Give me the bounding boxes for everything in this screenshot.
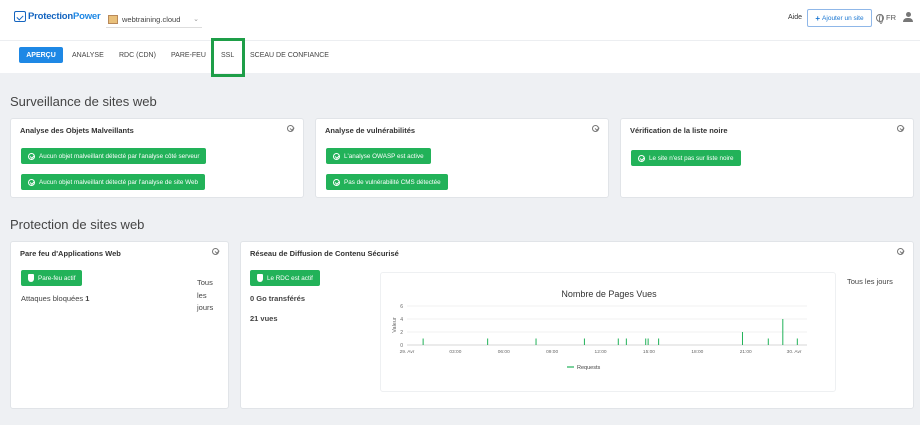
x-tick-label: 30. Avr — [787, 349, 802, 355]
cms-status: Pas de vulnérabilité CMS détectée — [326, 174, 448, 190]
cdn-period[interactable]: Tous les jours — [847, 277, 893, 286]
check-circle-icon[interactable] — [897, 248, 904, 255]
requests-bar — [741, 332, 743, 345]
x-tick-label: 21:00 — [740, 349, 752, 355]
y-axis-label: Valeur — [392, 317, 398, 333]
tab-rdc-cdn[interactable]: RDC (CDN) — [119, 52, 156, 59]
check-circle-icon[interactable] — [212, 248, 219, 255]
legend-requests-label: Requests — [577, 365, 600, 371]
requests-bar — [422, 338, 424, 345]
cdn-status: Le RDC est actif — [250, 270, 320, 286]
x-tick-label: 29. Avr — [400, 349, 415, 355]
shield-icon — [28, 274, 34, 282]
plus-icon: + — [815, 13, 821, 23]
requests-bar — [647, 338, 649, 345]
malware-website-status: Aucun objet malveillant détecté par l'an… — [21, 174, 205, 190]
requests-bar — [796, 338, 798, 345]
requests-bar — [583, 338, 585, 345]
attacks-blocked: Attaques bloquées 1 — [21, 294, 89, 303]
site-selector[interactable]: webtraining.cloud ⌄ — [106, 11, 202, 28]
tab-pare-feu[interactable]: PARE-FEU — [171, 52, 206, 59]
attacks-blocked-value: 1 — [85, 294, 90, 303]
chart-title: Nombre de Pages Vues — [561, 289, 657, 299]
blacklist-card: Vérification de la liste noire Le site n… — [620, 118, 914, 198]
malware-card: Analyse des Objets Malveillants Aucun ob… — [10, 118, 304, 198]
check-circle-icon — [28, 178, 35, 186]
requests-bar — [625, 338, 627, 345]
requests-bar — [487, 338, 489, 345]
tab-analyse[interactable]: ANALYSE — [72, 52, 104, 59]
x-tick-label: 09:00 — [546, 349, 558, 355]
requests-bar — [535, 338, 537, 345]
waf-card: Pare feu d'Applications Web Pare-feu act… — [10, 241, 229, 409]
malware-server-status: Aucun objet malveillant détecté par l'an… — [21, 148, 207, 164]
help-link[interactable]: Aide — [788, 14, 802, 21]
vulnerability-card-title: Analyse de vulnérabilités — [325, 126, 416, 135]
requests-bar — [767, 338, 769, 345]
y-tick-label: 0 — [400, 343, 403, 349]
page-views-chart: Nombre de Pages Vues Valeur 0 2 4 6 29. Avr… — [392, 289, 807, 371]
waf-status: Pare-feu actif — [21, 270, 83, 286]
requests-bar — [782, 319, 784, 345]
check-circle-icon — [333, 152, 340, 160]
vulnerability-card: Analyse de vulnérabilités L'analyse OWAS… — [315, 118, 609, 198]
waf-period[interactable]: Tous les jours — [197, 277, 221, 315]
protection-section-title: Protection de sites web — [10, 217, 145, 232]
x-tick-label: 06:00 — [498, 349, 510, 355]
logo-prefix: Protection — [28, 11, 73, 22]
attacks-blocked-label: Attaques bloquées — [21, 294, 84, 303]
shield-logo-icon — [14, 11, 26, 22]
check-circle-icon[interactable] — [897, 125, 904, 132]
x-tick-label: 15:00 — [643, 349, 655, 355]
check-circle-icon[interactable] — [592, 125, 599, 132]
x-tick-label: 18:00 — [691, 349, 703, 355]
globe-icon — [876, 13, 884, 24]
add-site-button[interactable]: + Ajouter un site — [807, 9, 872, 27]
check-circle-icon — [28, 152, 35, 160]
user-icon[interactable] — [903, 12, 913, 23]
y-tick-label: 4 — [400, 317, 403, 323]
y-tick-label: 2 — [400, 330, 403, 336]
x-tick-label: 12:00 — [595, 349, 607, 355]
x-tick-label: 03:00 — [449, 349, 461, 355]
add-site-label: Ajouter un site — [822, 14, 864, 22]
blacklist-card-title: Vérification de la liste noire — [630, 126, 728, 135]
check-circle-icon — [333, 178, 340, 186]
tab-sceau-de-confiance[interactable]: SCEAU DE CONFIANCE — [250, 52, 329, 59]
site-name: webtraining.cloud — [122, 14, 181, 24]
tab-bar: APERÇU ANALYSE RDC (CDN) PARE-FEU SSL SC… — [0, 40, 920, 73]
cdn-card-title: Réseau de Diffusion de Contenu Sécurisé — [250, 249, 399, 258]
language-selector[interactable]: FR — [876, 13, 896, 24]
cdn-transferred: 0 Go transférés — [250, 294, 306, 303]
check-circle-icon — [638, 154, 645, 162]
chevron-down-icon: ⌄ — [193, 16, 199, 23]
y-tick-label: 6 — [400, 304, 403, 310]
blacklist-status: Le site n'est pas sur liste noire — [631, 150, 741, 166]
logo-suffix: Power — [72, 11, 101, 22]
requests-bar — [617, 338, 619, 345]
ssl-tab-highlight — [211, 38, 245, 77]
requests-bar — [658, 338, 660, 345]
page-views-chart-container: Nombre de Pages Vues Valeur 0 2 4 6 29. Avr… — [380, 272, 836, 392]
logo[interactable]: ProtectionPower — [14, 11, 101, 22]
top-bar: ProtectionPower webtraining.cloud ⌄ Aide… — [0, 0, 920, 40]
cdn-views: 21 vues — [250, 314, 278, 323]
site-favicon-icon — [108, 14, 118, 24]
waf-card-title: Pare feu d'Applications Web — [20, 249, 121, 258]
check-circle-icon[interactable] — [287, 125, 294, 132]
chart-legend[interactable]: Requests — [567, 365, 600, 371]
malware-card-title: Analyse des Objets Malveillants — [20, 126, 134, 135]
tab-apercu[interactable]: APERÇU — [19, 47, 63, 63]
owasp-status: L'analyse OWASP est active — [326, 148, 431, 164]
language-label: FR — [886, 13, 896, 22]
requests-bar — [645, 338, 647, 345]
monitoring-section-title: Surveillance de sites web — [10, 94, 157, 109]
shield-icon — [257, 274, 263, 282]
